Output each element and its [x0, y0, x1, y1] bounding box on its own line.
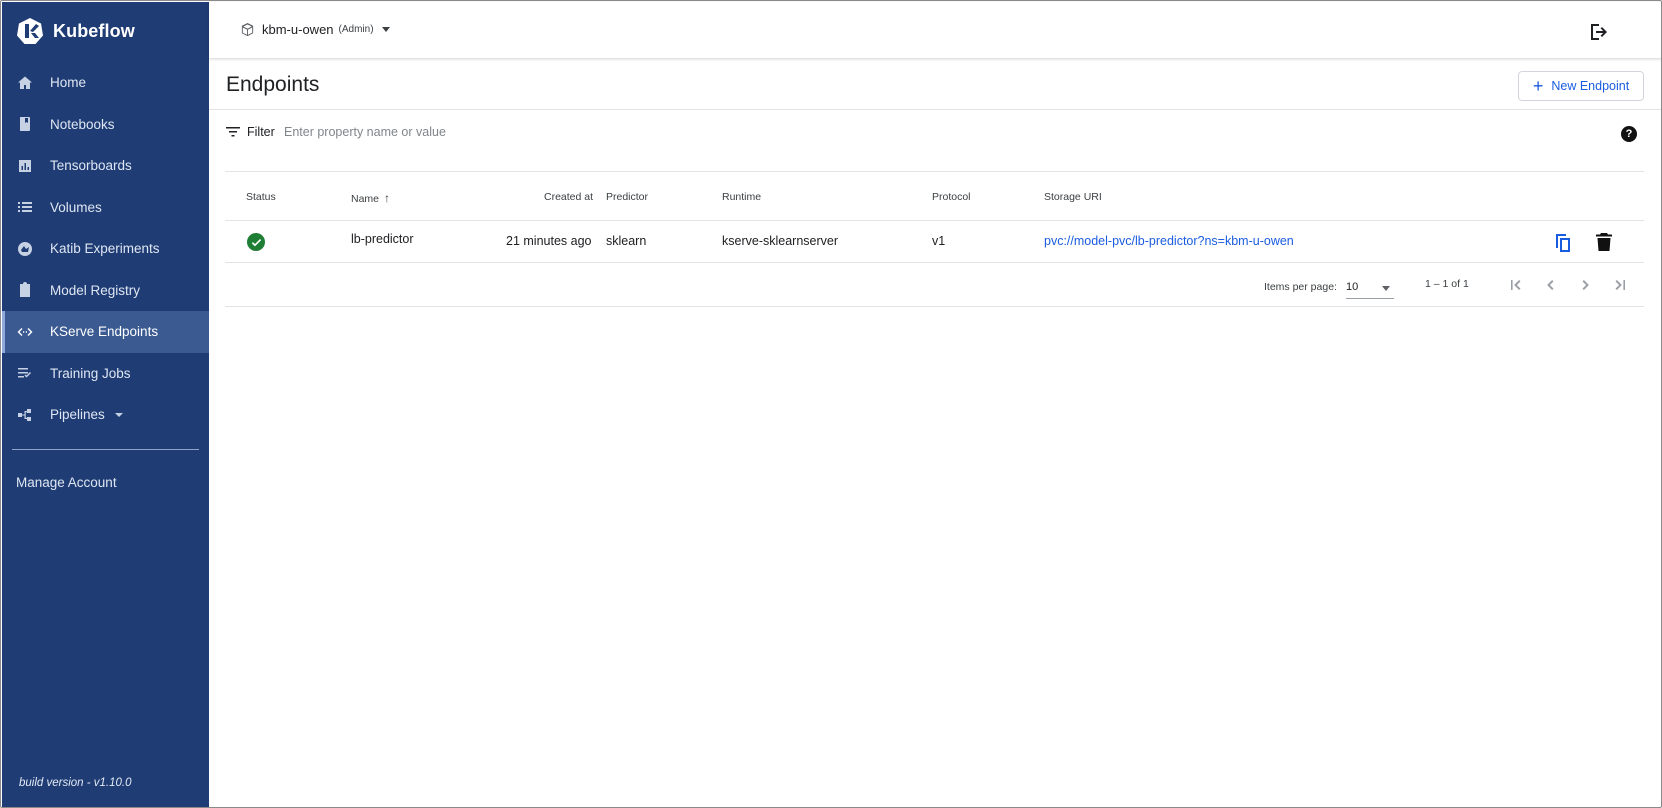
column-header-storage-uri: Storage URI — [1044, 191, 1102, 203]
endpoint-name[interactable]: lb-predictor — [351, 232, 414, 246]
table-header-border — [225, 220, 1644, 221]
storage-uri-link[interactable]: pvc://model-pvc/lb-predictor?ns=kbm-u-ow… — [1044, 234, 1294, 248]
items-per-page-select[interactable]: 10 — [1346, 279, 1394, 299]
last-page-icon — [1615, 280, 1625, 290]
plus-icon: + — [1532, 76, 1544, 96]
table-bottom-border — [225, 306, 1644, 307]
app-window: Kubeflow Home Notebooks Tensorboards Vol… — [0, 0, 1662, 808]
chart-icon — [17, 158, 33, 174]
sidebar-item-katib-experiments[interactable]: Katib Experiments — [2, 228, 209, 270]
endpoint-predictor: sklearn — [606, 234, 647, 248]
filter-icon — [226, 127, 240, 137]
new-endpoint-label: New Endpoint — [1551, 79, 1630, 93]
chevron-down-icon — [114, 412, 123, 417]
sidebar-item-home[interactable]: Home — [2, 62, 209, 104]
sidebar-divider — [12, 449, 199, 450]
sidebar-item-label: Volumes — [50, 199, 102, 215]
column-header-predictor: Predictor — [606, 191, 649, 203]
list-icon — [17, 199, 33, 215]
items-per-page-label: Items per page: — [1264, 281, 1337, 293]
namespace-selector[interactable]: kbm-u-owen (Admin) — [240, 22, 390, 37]
chevron-down-icon — [381, 27, 390, 32]
next-page-button[interactable] — [1575, 275, 1595, 295]
endpoint-created-at: 21 minutes ago — [506, 234, 592, 248]
book-icon — [17, 116, 33, 132]
sidebar-item-model-registry[interactable]: Model Registry — [2, 270, 209, 312]
code-arrows-icon — [17, 324, 33, 340]
sidebar-item-label: Notebooks — [50, 116, 115, 132]
namespace-name: kbm-u-owen — [262, 22, 334, 37]
help-icon[interactable]: ? — [1621, 126, 1637, 142]
status-ready-icon — [247, 233, 265, 251]
sidebar-item-label: Model Registry — [50, 282, 141, 298]
sidebar-item-label: Tensorboards — [50, 158, 132, 174]
clipboard-icon — [17, 282, 33, 298]
sidebar-item-notebooks[interactable]: Notebooks — [2, 104, 209, 146]
first-page-button[interactable] — [1506, 275, 1526, 295]
logout-icon[interactable] — [1588, 21, 1610, 43]
sidebar: Kubeflow Home Notebooks Tensorboards Vol… — [2, 2, 209, 807]
items-per-page-value: 10 — [1346, 281, 1359, 293]
pagination-range: 1 – 1 of 1 — [1425, 278, 1469, 290]
column-header-status: Status — [246, 191, 276, 203]
previous-page-button[interactable] — [1541, 275, 1561, 295]
endpoint-runtime: kserve-sklearnserver — [722, 234, 839, 248]
sidebar-item-pipelines[interactable]: Pipelines — [2, 394, 209, 436]
brand[interactable]: Kubeflow — [16, 16, 135, 46]
page-title: Endpoints — [226, 73, 320, 96]
filter-control[interactable]: Filter — [225, 124, 275, 140]
chevron-right-icon — [1582, 280, 1589, 290]
sidebar-nav: Home Notebooks Tensorboards Volumes Kati… — [2, 62, 209, 436]
column-header-created-at: Created at — [544, 191, 594, 203]
chevron-down-icon — [1382, 286, 1390, 291]
home-icon — [17, 75, 33, 91]
sidebar-item-label: Pipelines — [50, 407, 105, 423]
first-page-icon — [1511, 280, 1521, 290]
table-top-border — [225, 171, 1644, 172]
sidebar-item-volumes[interactable]: Volumes — [2, 187, 209, 229]
sort-ascending-icon: ↑ — [384, 191, 391, 205]
copy-icon[interactable] — [1552, 231, 1574, 253]
brand-name: Kubeflow — [53, 20, 135, 41]
filter-label: Filter — [247, 125, 275, 139]
checklist-icon — [17, 365, 33, 381]
manage-account-link[interactable]: Manage Account — [16, 475, 117, 490]
header-divider — [209, 109, 1661, 110]
sidebar-item-label: Home — [50, 75, 87, 91]
filter-input[interactable] — [284, 125, 684, 139]
sidebar-item-label: Katib Experiments — [50, 241, 160, 257]
kubeflow-logo-icon — [17, 18, 43, 44]
cube-icon — [241, 22, 254, 37]
column-header-name[interactable]: Name ↑ — [351, 191, 390, 205]
new-endpoint-button[interactable]: + New Endpoint — [1518, 71, 1644, 101]
pipeline-icon — [17, 407, 33, 423]
table-row-border — [225, 262, 1644, 263]
experiment-icon — [17, 241, 33, 257]
sidebar-item-training-jobs[interactable]: Training Jobs — [2, 353, 209, 395]
delete-icon[interactable] — [1595, 232, 1613, 252]
sidebar-item-label: Training Jobs — [50, 365, 131, 381]
sidebar-item-label: KServe Endpoints — [50, 324, 159, 340]
build-version: build version - v1.10.0 — [19, 777, 132, 789]
endpoint-protocol: v1 — [932, 234, 946, 248]
sidebar-item-tensorboards[interactable]: Tensorboards — [2, 145, 209, 187]
column-header-runtime: Runtime — [722, 191, 762, 203]
chevron-left-icon — [1547, 280, 1554, 290]
last-page-button[interactable] — [1610, 275, 1630, 295]
column-header-name-label: Name — [351, 193, 380, 205]
namespace-role: (Admin) — [338, 24, 374, 35]
sidebar-item-kserve-endpoints[interactable]: KServe Endpoints — [2, 311, 209, 353]
top-bar: kbm-u-owen (Admin) — [209, 2, 1661, 58]
column-header-protocol: Protocol — [932, 191, 971, 203]
